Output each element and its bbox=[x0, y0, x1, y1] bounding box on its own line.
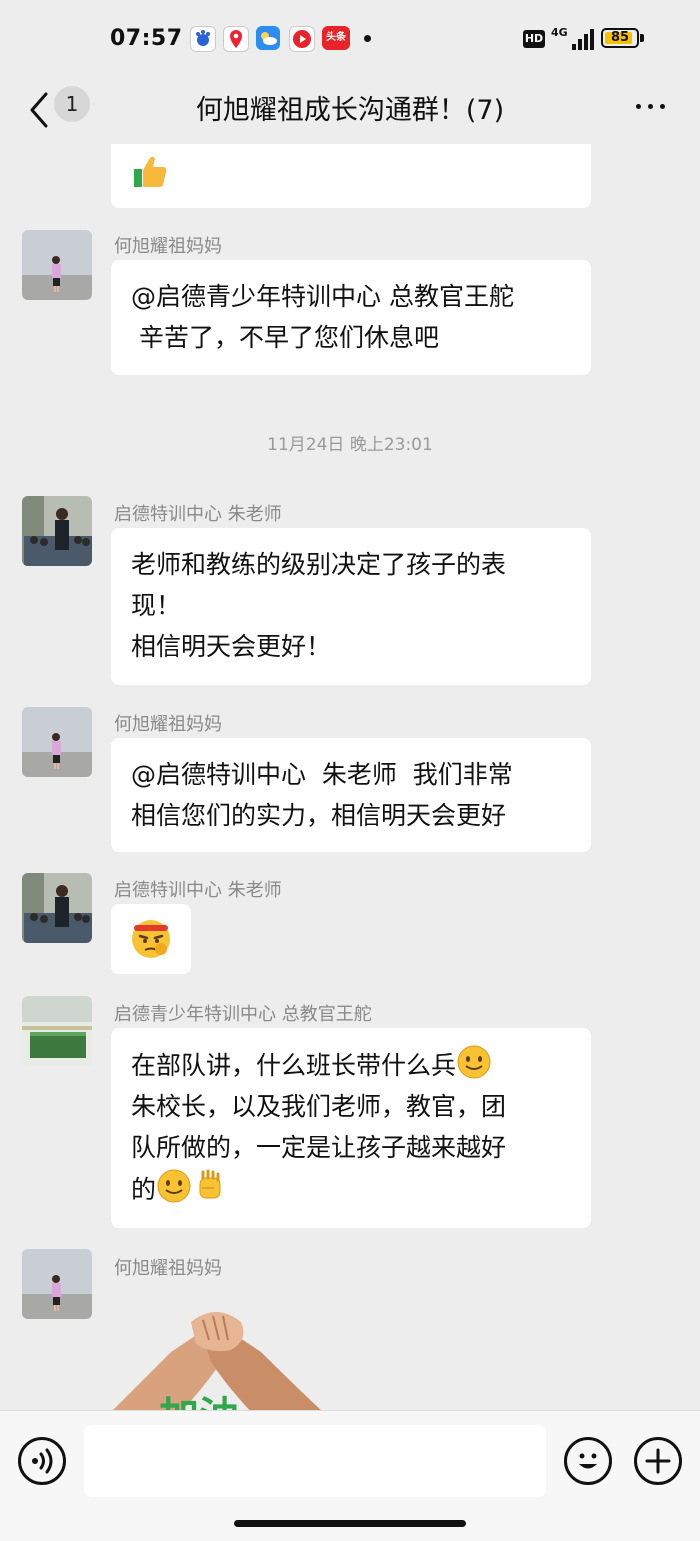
battery-icon: 85 bbox=[601, 28, 639, 48]
message-input[interactable] bbox=[84, 1425, 546, 1497]
message-bubble[interactable] bbox=[111, 904, 191, 974]
message-line: 相信您们的实力，相信明天会更好 bbox=[131, 801, 507, 830]
voice-icon bbox=[32, 1448, 53, 1474]
thumbs-up-icon bbox=[134, 156, 167, 187]
plus-icon bbox=[645, 1448, 671, 1474]
message-text: 的 bbox=[131, 1175, 157, 1204]
message-line: 辛苦了，不早了您们休息吧 bbox=[131, 323, 439, 352]
battery-level: 85 bbox=[610, 30, 630, 45]
message-line: 在部队讲，什么班长带什么兵 bbox=[131, 1044, 571, 1086]
more-options-button[interactable] bbox=[630, 94, 670, 118]
sender-name: 何旭耀祖妈妈 bbox=[114, 714, 222, 735]
avatar-zhu-teacher[interactable] bbox=[22, 873, 92, 943]
message-line: 老师和教练的级别决定了孩子的表 bbox=[131, 550, 507, 579]
voice-input-button[interactable] bbox=[18, 1437, 66, 1485]
message-line: @启德特训中心 朱老师 我们非常 bbox=[131, 760, 513, 789]
status-bar: 07:57 头条 HD 4G 85 bbox=[0, 0, 700, 76]
toutiao-icon: 头条 bbox=[322, 26, 350, 50]
sender-name: 何旭耀祖妈妈 bbox=[114, 236, 222, 257]
smile-emoji-icon bbox=[457, 1045, 491, 1079]
sender-name: 启德特训中心 朱老师 bbox=[114, 504, 282, 525]
message-line: 队所做的，一定是让孩子越来越好 bbox=[131, 1133, 507, 1162]
smiley-icon bbox=[579, 1453, 597, 1469]
video-play-icon bbox=[289, 26, 315, 52]
message-list[interactable]: 何旭耀祖妈妈 @启德青少年特训中心 总教官王舵 辛苦了，不早了您们休息吧 11月… bbox=[0, 144, 700, 1410]
avatar-zhu-teacher[interactable] bbox=[22, 496, 92, 566]
avatar-he-mom[interactable] bbox=[22, 707, 92, 777]
network-type: 4G bbox=[551, 26, 568, 39]
message-bubble[interactable]: 老师和教练的级别决定了孩子的表 现！ 相信明天会更好！ bbox=[111, 528, 591, 685]
message-line: 相信明天会更好！ bbox=[131, 632, 332, 661]
avatar-wang-instructor[interactable] bbox=[22, 996, 92, 1066]
message-text: 在部队讲，什么班长带什么兵 bbox=[131, 1051, 457, 1080]
hd-badge: HD bbox=[523, 30, 545, 48]
fist-emoji-icon bbox=[199, 1169, 221, 1199]
smile-emoji-icon bbox=[157, 1169, 191, 1203]
home-indicator[interactable] bbox=[234, 1520, 466, 1527]
map-pin-icon bbox=[223, 26, 249, 52]
notification-dot bbox=[364, 35, 371, 42]
sender-name: 启德青少年特训中心 总教官王舵 bbox=[114, 1004, 372, 1025]
avatar-he-mom[interactable] bbox=[22, 230, 92, 300]
chat-header: 1 何旭耀祖成长沟通群！(7) bbox=[0, 76, 700, 144]
determined-face-icon bbox=[132, 920, 170, 958]
handshake-sticker[interactable]: 加油 bbox=[111, 1292, 323, 1410]
sender-name: 何旭耀祖妈妈 bbox=[114, 1258, 222, 1279]
status-time: 07:57 bbox=[110, 26, 183, 51]
avatar-he-mom[interactable] bbox=[22, 1249, 92, 1319]
message-bubble[interactable]: @启德特训中心 朱老师 我们非常 相信您们的实力，相信明天会更好 bbox=[111, 738, 591, 852]
message-line: 现！ bbox=[131, 591, 182, 620]
message-line: 朱校长，以及我们老师，教官，团 bbox=[131, 1092, 507, 1121]
message-bubble[interactable] bbox=[111, 144, 591, 208]
chat-title: 何旭耀祖成长沟通群！(7) bbox=[195, 95, 505, 126]
baidu-icon bbox=[190, 26, 216, 52]
message-bubble[interactable]: 在部队讲，什么班长带什么兵 朱校长，以及我们老师，教官，团 队所做的，一定是让孩… bbox=[111, 1028, 591, 1228]
more-functions-button[interactable] bbox=[634, 1437, 682, 1485]
message-line: 的 bbox=[131, 1168, 571, 1210]
sender-name: 启德特训中心 朱老师 bbox=[114, 880, 282, 901]
signal-icon bbox=[572, 28, 596, 50]
emoji-button[interactable] bbox=[564, 1437, 612, 1485]
battery-tip bbox=[640, 34, 644, 42]
timestamp: 11月24日 晚上23:01 bbox=[267, 435, 433, 455]
svg-text:加油: 加油 bbox=[159, 1394, 239, 1410]
message-line: @启德青少年特训中心 总教官王舵 bbox=[131, 282, 514, 311]
weather-icon bbox=[256, 26, 280, 50]
message-bubble[interactable]: @启德青少年特训中心 总教官王舵 辛苦了，不早了您们休息吧 bbox=[111, 260, 591, 375]
